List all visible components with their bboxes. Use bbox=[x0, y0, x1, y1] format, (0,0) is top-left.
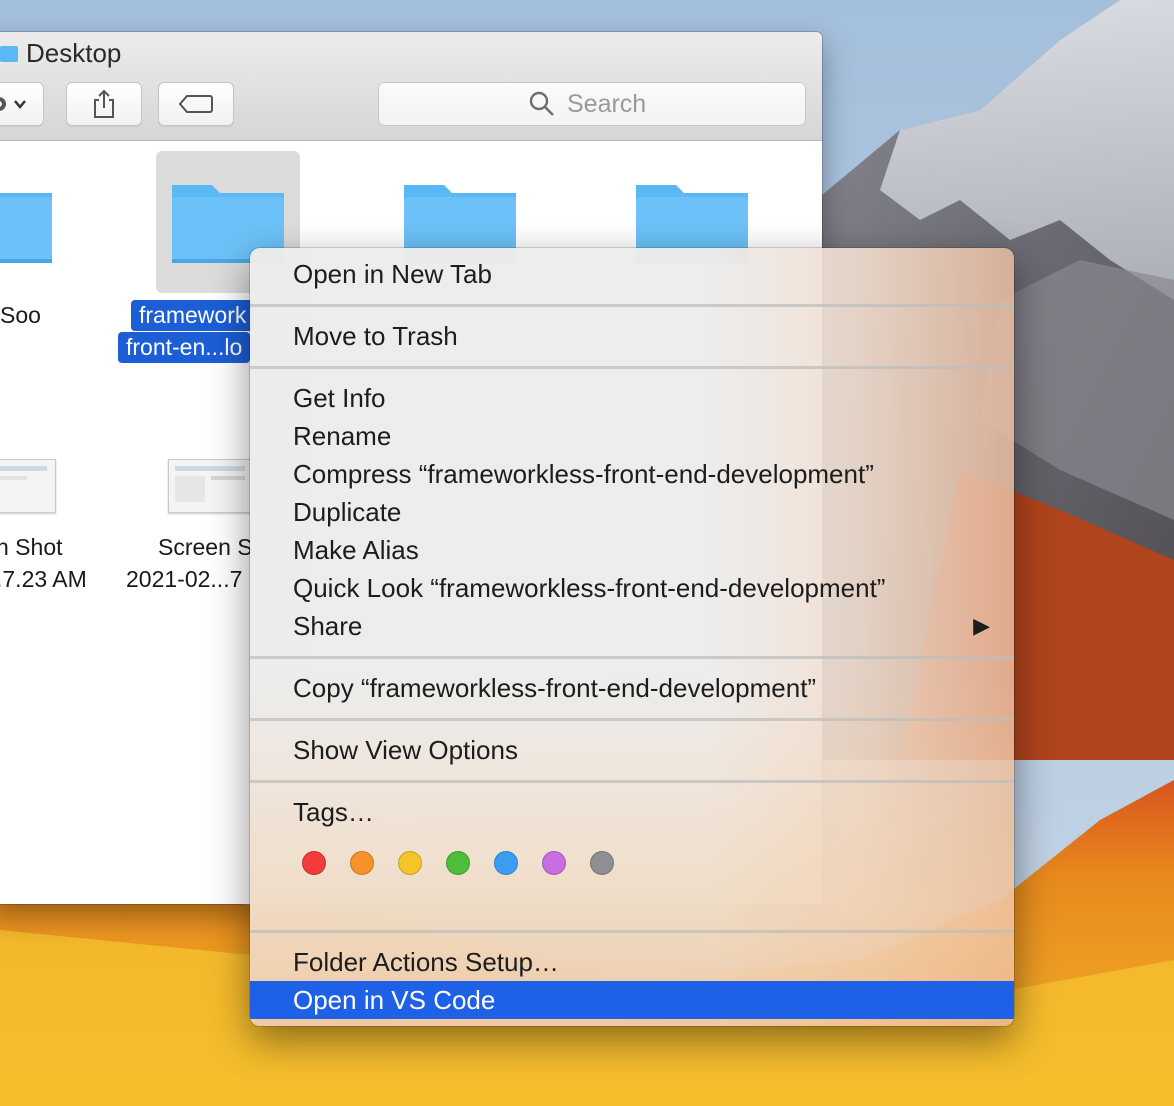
search-field[interactable] bbox=[378, 82, 806, 126]
menu-item-quick-look[interactable]: Quick Look “frameworkless-front-end-deve… bbox=[250, 569, 1014, 607]
menu-item-copy[interactable]: Copy “frameworkless-front-end-developmen… bbox=[250, 669, 1014, 707]
file-label-line2: front-en...lo bbox=[118, 332, 251, 363]
screenshot-thumbnail bbox=[0, 459, 56, 513]
submenu-arrow-icon: ▶ bbox=[973, 613, 990, 638]
tag-red-icon[interactable] bbox=[302, 851, 326, 875]
screenshot-thumbnail bbox=[168, 459, 254, 513]
folder-icon bbox=[0, 45, 18, 62]
menu-item-compress[interactable]: Compress “frameworkless-front-end-develo… bbox=[250, 455, 1014, 493]
menu-item-share-label: Share bbox=[293, 611, 363, 641]
tag-orange-icon[interactable] bbox=[350, 851, 374, 875]
tags-button[interactable] bbox=[158, 82, 234, 126]
menu-item-tags[interactable]: Tags… bbox=[250, 793, 1014, 831]
share-icon bbox=[94, 89, 114, 118]
tag-blue-icon[interactable] bbox=[494, 851, 518, 875]
tag-green-icon[interactable] bbox=[446, 851, 470, 875]
file-label-line2: 2021-02...7 bbox=[126, 566, 243, 592]
search-icon bbox=[529, 91, 554, 116]
menu-item-open-in-new-tab[interactable]: Open in New Tab bbox=[250, 255, 1014, 293]
menu-separator bbox=[250, 304, 1014, 307]
menu-item-get-info[interactable]: Get Info bbox=[250, 379, 1014, 417]
file-label-line1: n Shot bbox=[0, 534, 63, 560]
share-button[interactable] bbox=[66, 82, 142, 126]
menu-item-folder-actions-setup[interactable]: Folder Actions Setup… bbox=[250, 943, 1014, 981]
menu-separator bbox=[250, 780, 1014, 783]
window-title: Desktop bbox=[0, 38, 121, 69]
menu-separator bbox=[250, 718, 1014, 721]
menu-item-open-in-vs-code[interactable]: Open in VS Code bbox=[250, 981, 1014, 1019]
menu-item-duplicate[interactable]: Duplicate bbox=[250, 493, 1014, 531]
file-label-line2: .7.23 AM bbox=[0, 566, 87, 592]
tag-icon bbox=[178, 95, 213, 113]
file-label: Soo bbox=[0, 302, 41, 328]
menu-separator bbox=[250, 366, 1014, 369]
menu-item-share[interactable]: Share ▶ bbox=[250, 607, 1014, 645]
gear-icon bbox=[0, 97, 26, 111]
menu-item-move-to-trash[interactable]: Move to Trash bbox=[250, 317, 1014, 355]
context-menu: Open in New Tab Move to Trash Get Info R… bbox=[250, 248, 1014, 1026]
menu-item-rename[interactable]: Rename bbox=[250, 417, 1014, 455]
file-label-line1: Screen S bbox=[158, 534, 253, 560]
file-label-line1: framework bbox=[131, 300, 255, 331]
menu-item-show-view-options[interactable]: Show View Options bbox=[250, 731, 1014, 769]
menu-item-make-alias[interactable]: Make Alias bbox=[250, 531, 1014, 569]
tag-gray-icon[interactable] bbox=[590, 851, 614, 875]
menu-separator bbox=[250, 930, 1014, 933]
tag-purple-icon[interactable] bbox=[542, 851, 566, 875]
search-input[interactable] bbox=[565, 88, 655, 120]
window-title-text: Desktop bbox=[26, 38, 122, 68]
menu-separator bbox=[250, 656, 1014, 659]
tag-yellow-icon[interactable] bbox=[398, 851, 422, 875]
action-menu-button[interactable] bbox=[0, 82, 44, 126]
folder-icon bbox=[0, 193, 52, 263]
finder-toolbar: Desktop bbox=[0, 32, 822, 141]
